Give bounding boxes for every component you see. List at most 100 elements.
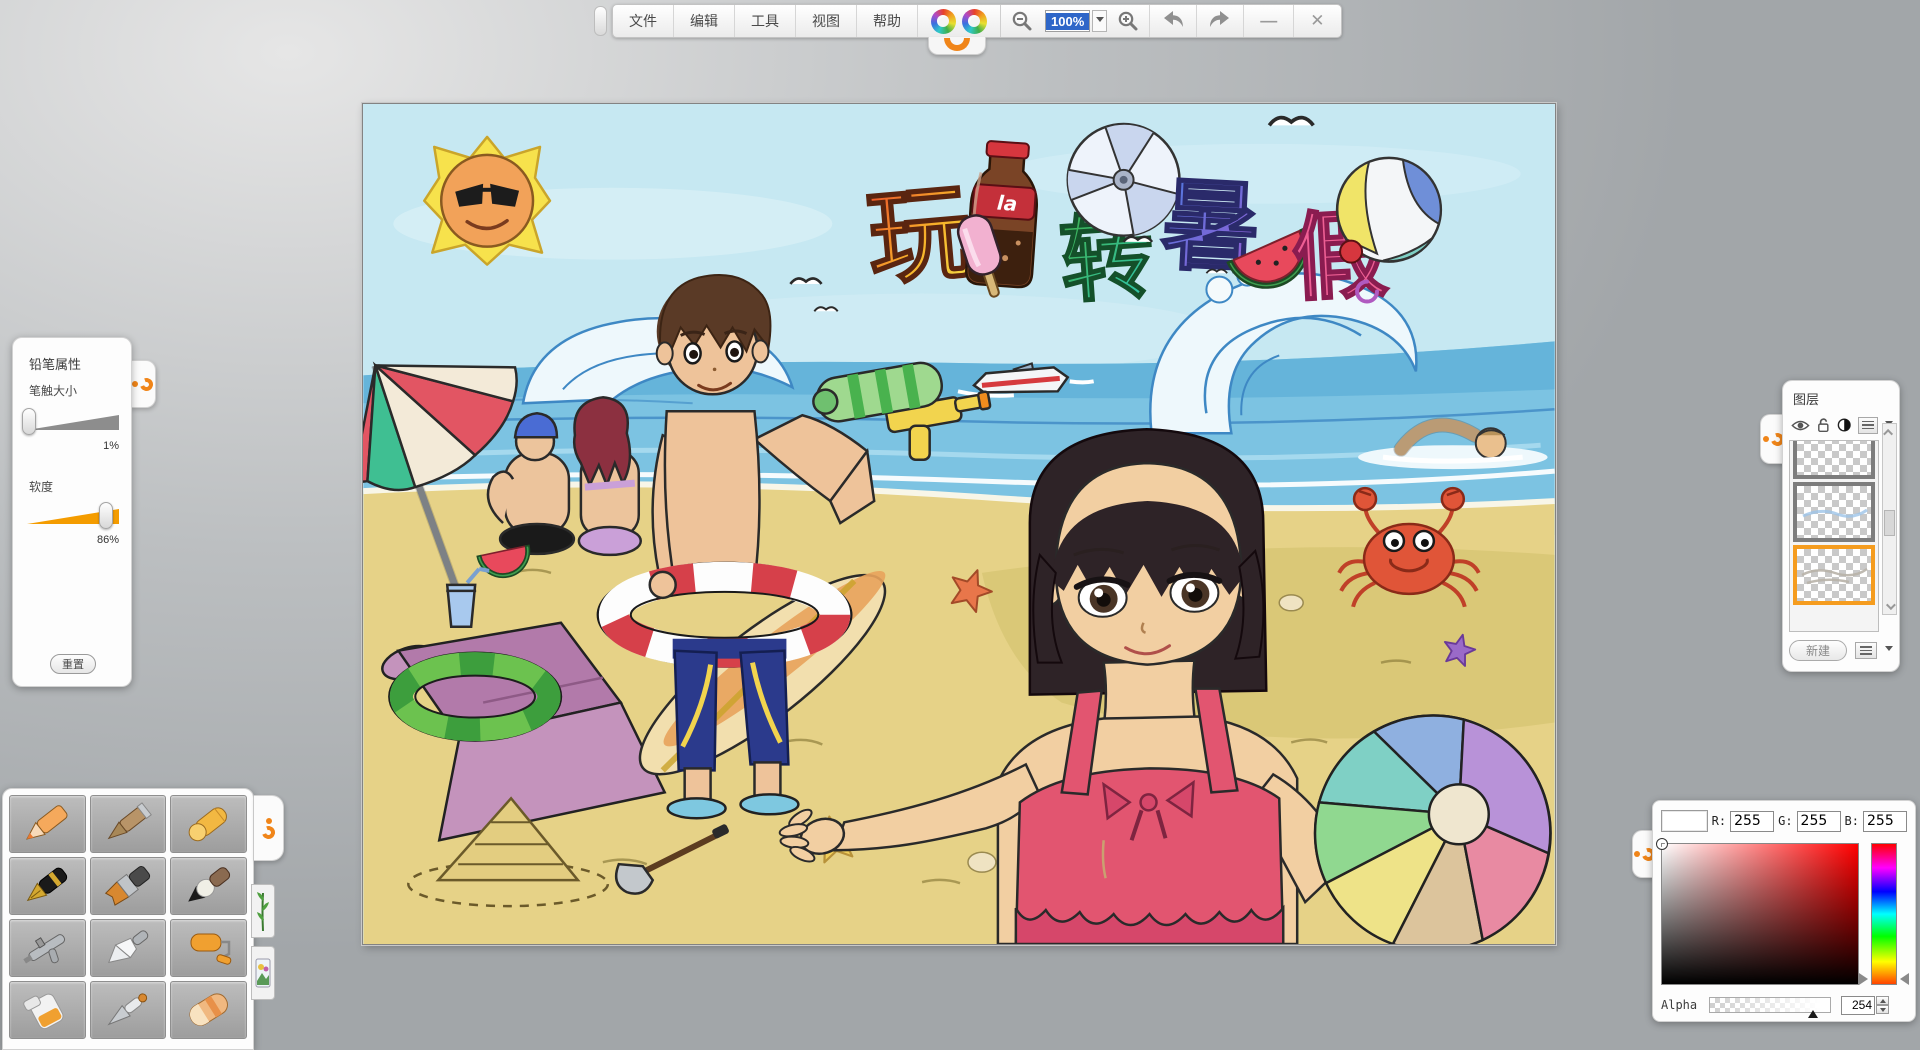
alpha-spin-up[interactable] (1876, 996, 1889, 1005)
alpha-marker-icon[interactable] (1808, 1010, 1818, 1018)
brush-tool-flat-brush[interactable] (90, 857, 167, 915)
redo-icon (1207, 9, 1233, 33)
saturation-value-picker[interactable] (1661, 843, 1859, 985)
zoom-in-icon (1117, 10, 1139, 32)
rainbow-swirl-icon[interactable] (962, 9, 987, 34)
chevron-down-icon (1096, 17, 1104, 26)
softness-thumb[interactable] (99, 502, 113, 529)
minimize-button[interactable]: — (1244, 5, 1294, 37)
brush-size-label: 笔触大小 (29, 382, 77, 399)
brush-tool-blending-stump[interactable] (90, 795, 167, 853)
orange-dot-icon (266, 818, 272, 824)
layers-panel-title: 图层 (1793, 389, 1893, 408)
menu-help[interactable]: 帮助 (857, 5, 918, 37)
scroll-up-button[interactable] (1883, 424, 1896, 440)
pencil-properties-panel: 铅笔属性 笔触大小 1% 软度 86% 重置 (12, 337, 132, 687)
brush-tool-pencil[interactable] (9, 795, 86, 853)
orange-handle-icon (260, 823, 277, 840)
plant-texture-button[interactable] (251, 884, 275, 938)
brush-tool-detail-knife[interactable] (90, 981, 167, 1039)
layer-row-1[interactable] (1793, 440, 1875, 479)
close-button[interactable]: ✕ (1294, 5, 1340, 37)
zoom-out-button[interactable] (1001, 5, 1043, 37)
blue-label: B: (1845, 814, 1859, 828)
menu-file[interactable]: 文件 (613, 5, 674, 37)
svg-text:la: la (996, 191, 1018, 216)
layer-list (1789, 440, 1879, 632)
brush-tool-fountain-pen[interactable] (9, 857, 86, 915)
contrast-icon[interactable] (1837, 417, 1851, 433)
toolbar-drag-handle[interactable] (594, 6, 607, 36)
layer-row-3-selected[interactable] (1793, 545, 1875, 605)
picture-icon (255, 951, 271, 995)
orange-dot-icon (1763, 436, 1769, 442)
orange-dot-icon (132, 381, 138, 387)
brush-tool-paint-bottle[interactable] (9, 981, 86, 1039)
red-field[interactable] (1730, 811, 1774, 832)
hue-marker-left-icon[interactable] (1859, 973, 1868, 985)
menu-tools[interactable]: 工具 (735, 5, 796, 37)
layer-row-2[interactable] (1793, 482, 1875, 542)
toolbar-collapse-tab[interactable] (928, 37, 986, 55)
alpha-slider[interactable] (1709, 997, 1831, 1013)
drawing-canvas[interactable]: 玩 la 转 暑 (362, 103, 1556, 945)
brush-tool-crayon[interactable] (170, 795, 247, 853)
color-cursor[interactable] (1656, 838, 1668, 850)
chevron-up-icon (1883, 428, 1893, 438)
current-color-swatch[interactable] (1661, 810, 1708, 832)
sun-icon (424, 137, 550, 265)
beach-artwork: 玩 la 转 暑 (363, 104, 1555, 944)
scrollbar-thumb[interactable] (1884, 510, 1895, 536)
softness-label: 软度 (29, 478, 53, 495)
layers-menu-button[interactable] (1855, 642, 1877, 659)
undo-button[interactable] (1150, 5, 1197, 37)
unlock-icon[interactable] (1817, 417, 1830, 433)
app-logo-buttons (918, 5, 1000, 37)
eye-icon[interactable] (1791, 418, 1810, 433)
softness-slider[interactable] (27, 502, 123, 530)
zoom-in-button[interactable] (1107, 5, 1150, 37)
zoom-level-input[interactable]: 100% (1045, 10, 1090, 32)
hue-slider[interactable] (1871, 843, 1897, 985)
alpha-spin-down[interactable] (1876, 1005, 1889, 1014)
orange-dot-icon (1634, 851, 1640, 857)
rainbow-logo-icon[interactable] (931, 9, 956, 34)
softness-value: 86% (13, 534, 119, 546)
alpha-field[interactable] (1841, 996, 1875, 1015)
layer-scrollbar[interactable] (1882, 423, 1897, 615)
title-beach-ball (1337, 158, 1441, 263)
reset-button[interactable]: 重置 (50, 654, 96, 674)
red-label: R: (1712, 814, 1726, 828)
menu-edit[interactable]: 编辑 (674, 5, 735, 37)
pencil-panel-collapse-tab[interactable] (130, 360, 156, 408)
brush-size-thumb[interactable] (22, 408, 36, 435)
green-label: G: (1778, 814, 1792, 828)
brush-tool-paint-roller[interactable] (170, 919, 247, 977)
zoom-level-dropdown[interactable] (1092, 10, 1107, 32)
brush-palette-panel (2, 788, 254, 1050)
main-toolbar: 文件 编辑 工具 视图 帮助 100% (612, 4, 1342, 38)
blue-field[interactable] (1863, 811, 1907, 832)
redo-button[interactable] (1197, 5, 1244, 37)
layer-blend-menu-button[interactable] (1858, 417, 1878, 434)
hue-marker-right-icon[interactable] (1900, 973, 1909, 985)
picture-texture-button[interactable] (251, 946, 275, 1000)
brush-size-slider[interactable] (27, 408, 123, 436)
zoom-out-icon (1011, 10, 1033, 32)
zoom-level-value: 100% (1046, 13, 1089, 30)
scroll-down-button[interactable] (1883, 598, 1896, 614)
alpha-label: Alpha (1661, 998, 1709, 1012)
new-layer-button[interactable]: 新建 (1789, 640, 1847, 661)
brush-tool-airbrush[interactable] (9, 919, 86, 977)
brush-tool-ink-brush[interactable] (170, 857, 247, 915)
brush-tool-eraser[interactable] (170, 981, 247, 1039)
brush-size-track[interactable] (27, 415, 119, 430)
layers-panel: 图层 新建 (1782, 380, 1900, 672)
brush-tool-palette-knife[interactable] (90, 919, 167, 977)
pencil-panel-title: 铅笔属性 (29, 354, 81, 373)
chevron-down-icon[interactable] (1885, 646, 1893, 655)
green-field[interactable] (1797, 811, 1841, 832)
rainbow-beach-ball (1315, 716, 1551, 944)
menu-view[interactable]: 视图 (796, 5, 857, 37)
brush-panel-collapse-tab[interactable] (254, 795, 284, 861)
